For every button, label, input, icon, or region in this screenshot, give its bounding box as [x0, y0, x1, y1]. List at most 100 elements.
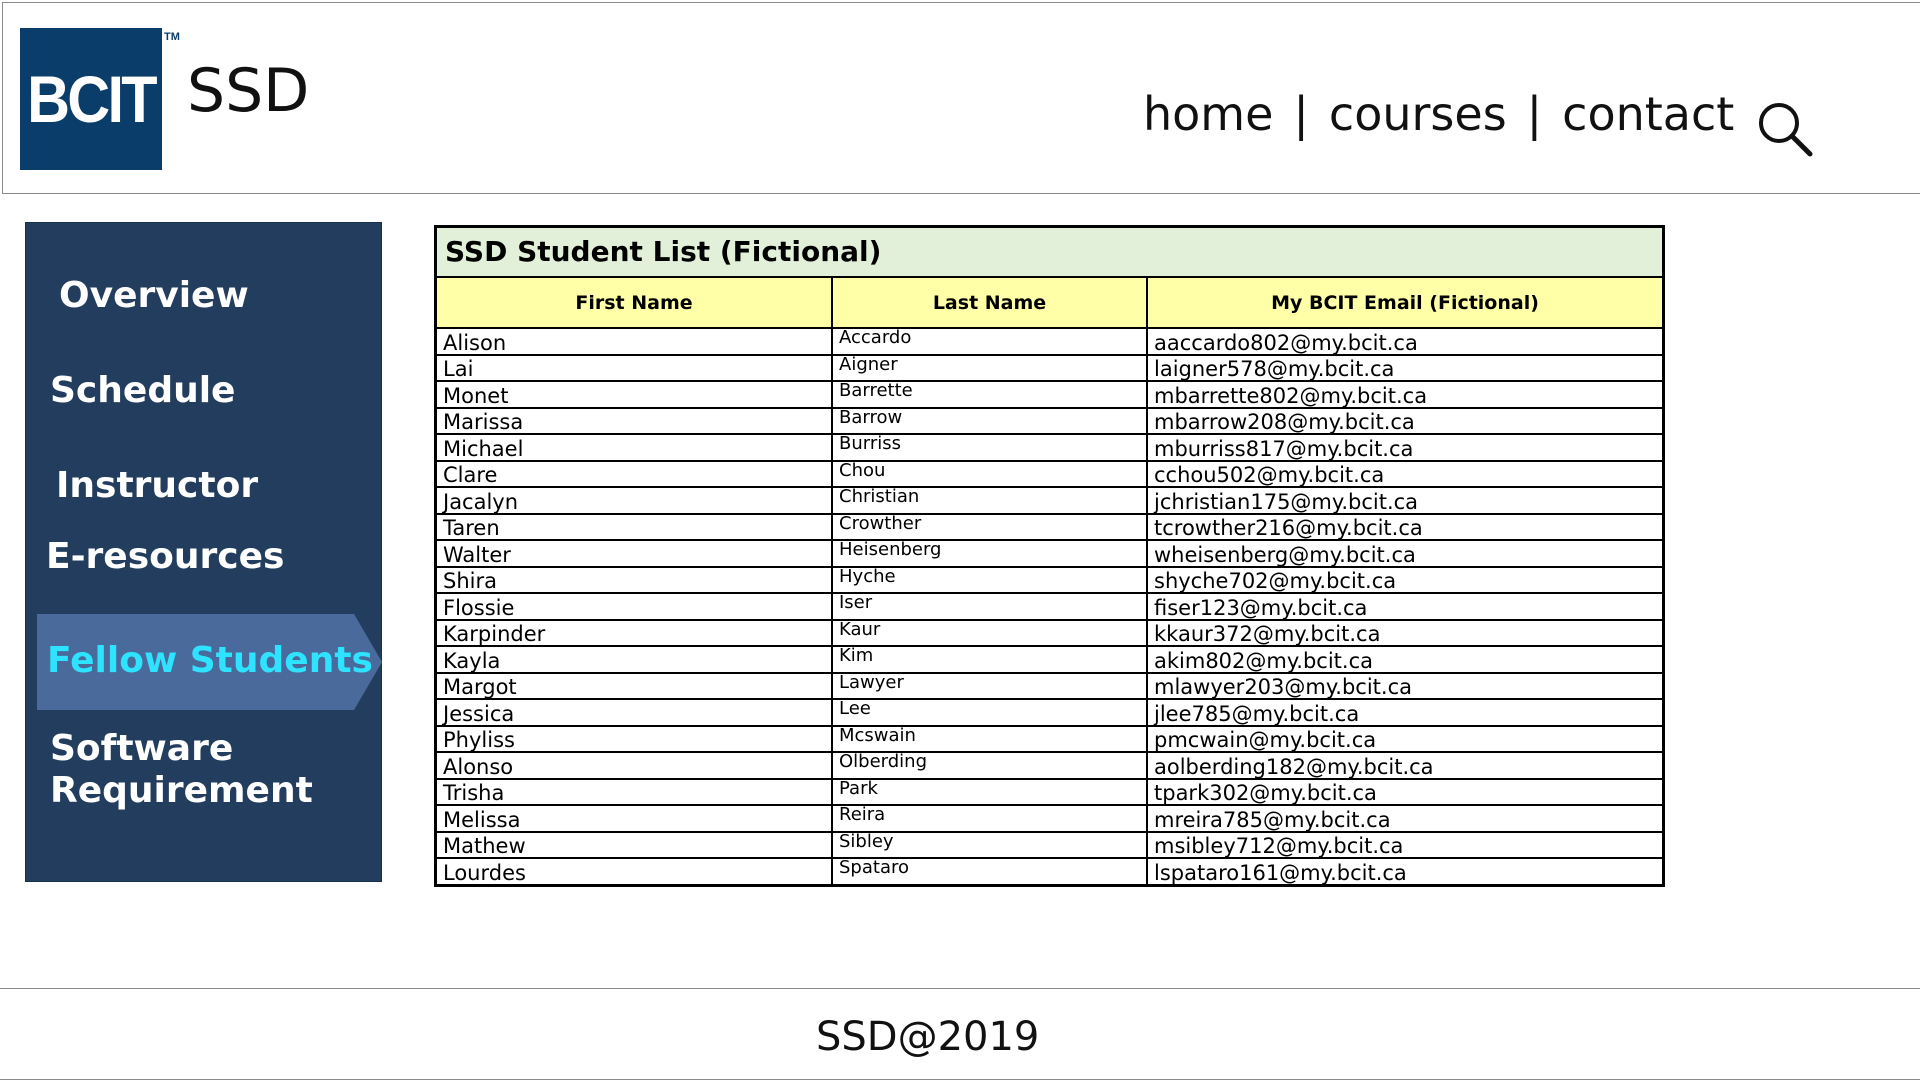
last-name-cell: Aigner	[832, 354, 1148, 382]
email-cell: akim802@my.bcit.ca	[1147, 646, 1662, 674]
email-cell: cchou502@my.bcit.ca	[1147, 460, 1662, 488]
first-name-cell: Mathew	[437, 831, 833, 859]
sidebar: Overview Schedule Instructor E-resources…	[25, 222, 382, 882]
table-row: Flossie Iser fiser123@my.bcit.ca	[437, 593, 1662, 621]
table-row: Kayla Kim akim802@my.bcit.ca	[437, 646, 1662, 674]
last-name-cell: Heisenberg	[832, 540, 1148, 568]
table-row: Jacalyn Christian jchristian175@my.bcit.ca	[437, 487, 1662, 515]
table-row: Taren Crowther tcrowther216@my.bcit.ca	[437, 513, 1662, 541]
email-cell: aaccardo802@my.bcit.ca	[1147, 328, 1662, 356]
table-row: Melissa Reira mreira785@my.bcit.ca	[437, 805, 1662, 833]
last-name-cell: Reira	[832, 805, 1148, 833]
nav-contact-link[interactable]: contact	[1562, 87, 1734, 141]
first-name-cell: Margot	[437, 672, 833, 700]
footer-copyright: SSD@2019	[816, 1014, 1040, 1060]
table-row: Phyliss Mcswain pmcwain@my.bcit.ca	[437, 725, 1662, 753]
header: BCIT TM SSD home | courses | contact	[2, 2, 1920, 194]
email-cell: tcrowther216@my.bcit.ca	[1147, 513, 1662, 541]
email-cell: kkaur372@my.bcit.ca	[1147, 619, 1662, 647]
nav-courses-link[interactable]: courses	[1329, 87, 1507, 141]
table-row: Marissa Barrow mbarrow208@my.bcit.ca	[437, 407, 1662, 435]
table-row: Jessica Lee jlee785@my.bcit.ca	[437, 699, 1662, 727]
bcit-logo[interactable]: BCIT	[20, 28, 162, 170]
last-name-cell: Accardo	[832, 328, 1148, 356]
last-name-cell: Burriss	[832, 434, 1148, 462]
page: BCIT TM SSD home | courses | contact Overvie…	[0, 0, 1920, 1080]
last-name-cell: Chou	[832, 460, 1148, 488]
email-cell: mbarrow208@my.bcit.ca	[1147, 407, 1662, 435]
email-cell: mlawyer203@my.bcit.ca	[1147, 672, 1662, 700]
email-cell: jchristian175@my.bcit.ca	[1147, 487, 1662, 515]
table-row: Lai Aigner laigner578@my.bcit.ca	[437, 354, 1662, 382]
first-name-cell: Jacalyn	[437, 487, 833, 515]
first-name-cell: Alison	[437, 328, 833, 356]
top-nav: home | courses | contact	[1143, 91, 1734, 137]
first-name-cell: Marissa	[437, 407, 833, 435]
sidebar-item-instructor[interactable]: Instructor	[56, 465, 258, 507]
first-name-cell: Kayla	[437, 646, 833, 674]
email-cell: laigner578@my.bcit.ca	[1147, 354, 1662, 382]
table-row: Lourdes Spataro lspataro161@my.bcit.ca	[437, 858, 1662, 884]
last-name-cell: Sibley	[832, 831, 1148, 859]
search-icon[interactable]	[1755, 99, 1815, 159]
trademark-mark: TM	[164, 31, 180, 43]
table-row: Margot Lawyer mlawyer203@my.bcit.ca	[437, 672, 1662, 700]
first-name-cell: Lai	[437, 354, 833, 382]
first-name-cell: Walter	[437, 540, 833, 568]
last-name-cell: Christian	[832, 487, 1148, 515]
table-title: SSD Student List (Fictional)	[437, 228, 1662, 278]
table-row: Walter Heisenberg wheisenberg@my.bcit.ca	[437, 540, 1662, 568]
table-body: Alison Accardo aaccardo802@my.bcit.ca Lai Ai…	[437, 328, 1662, 884]
table-row: Mathew Sibley msibley712@my.bcit.ca	[437, 831, 1662, 859]
table-row: Alonso Olberding aolberding182@my.bcit.ca	[437, 752, 1662, 780]
last-name-cell: Lawyer	[832, 672, 1148, 700]
table-header-row: First Name Last Name My BCIT Email (Fict…	[437, 278, 1662, 329]
sidebar-item-label: Software	[50, 728, 234, 769]
last-name-cell: Hyche	[832, 566, 1148, 594]
nav-separator: |	[1293, 87, 1309, 141]
first-name-cell: Shira	[437, 566, 833, 594]
site-title: SSD	[187, 56, 310, 126]
footer: SSD@2019	[0, 988, 1920, 1080]
email-cell: jlee785@my.bcit.ca	[1147, 699, 1662, 727]
last-name-cell: Kaur	[832, 619, 1148, 647]
sidebar-item-e-resources[interactable]: E-resources	[46, 536, 284, 578]
first-name-cell: Jessica	[437, 699, 833, 727]
sidebar-item-overview[interactable]: Overview	[59, 275, 249, 317]
last-name-cell: Barrow	[832, 407, 1148, 435]
email-cell: mreira785@my.bcit.ca	[1147, 805, 1662, 833]
email-cell: mburriss817@my.bcit.ca	[1147, 434, 1662, 462]
last-name-cell: Park	[832, 778, 1148, 806]
first-name-cell: Flossie	[437, 593, 833, 621]
email-cell: wheisenberg@my.bcit.ca	[1147, 540, 1662, 568]
email-cell: pmcwain@my.bcit.ca	[1147, 725, 1662, 753]
table-row: Trisha Park tpark302@my.bcit.ca	[437, 778, 1662, 806]
column-header-first-name: First Name	[437, 278, 833, 329]
email-cell: lspataro161@my.bcit.ca	[1154, 860, 1407, 884]
first-name-cell: Alonso	[437, 752, 833, 780]
sidebar-item-software-requirement[interactable]: Software Requirement	[50, 728, 313, 812]
first-name-cell: Monet	[437, 381, 833, 409]
last-name-cell: Iser	[832, 593, 1148, 621]
last-name-cell: Barrette	[832, 381, 1148, 409]
sidebar-item-label: Requirement	[50, 770, 313, 811]
nav-separator: |	[1526, 87, 1543, 141]
column-header-email: My BCIT Email (Fictional)	[1147, 278, 1662, 329]
first-name-cell: Taren	[437, 513, 833, 541]
email-cell: fiser123@my.bcit.ca	[1147, 593, 1662, 621]
email-cell: mbarrette802@my.bcit.ca	[1147, 381, 1662, 409]
last-name-cell: Crowther	[832, 513, 1148, 541]
first-name-cell: Trisha	[437, 778, 833, 806]
table-row: Michael Burriss mburriss817@my.bcit.ca	[437, 434, 1662, 462]
sidebar-item-fellow-students[interactable]: Fellow Students	[37, 614, 382, 710]
email-cell: msibley712@my.bcit.ca	[1147, 831, 1662, 859]
email-cell: tpark302@my.bcit.ca	[1147, 778, 1662, 806]
last-name-cell: Olberding	[832, 752, 1148, 780]
first-name-cell: Melissa	[437, 805, 833, 833]
sidebar-item-schedule[interactable]: Schedule	[50, 370, 235, 412]
nav-home-link[interactable]: home	[1143, 87, 1273, 141]
first-name-cell: Phyliss	[437, 725, 833, 753]
first-name-cell: Michael	[437, 434, 833, 462]
column-header-last-name: Last Name	[832, 278, 1148, 329]
email-cell: shyche702@my.bcit.ca	[1147, 566, 1662, 594]
